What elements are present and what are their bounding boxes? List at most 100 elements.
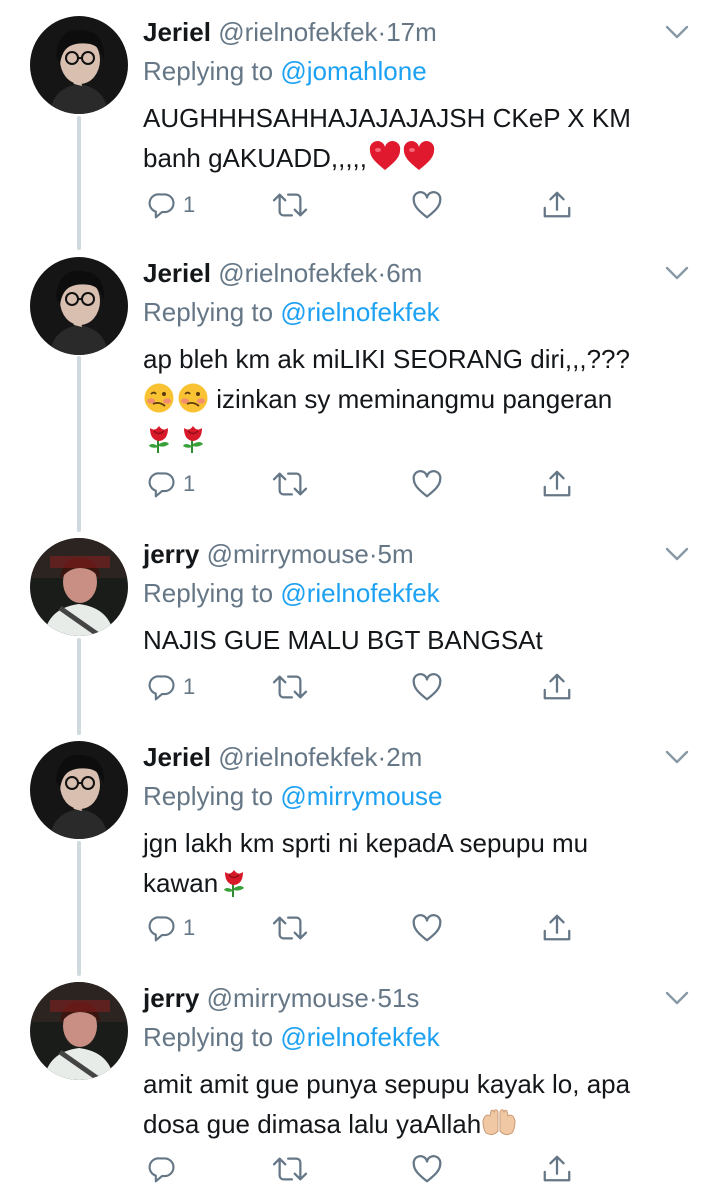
tweet-actions: 1 — [143, 188, 703, 222]
replying-to-label: Replying to — [143, 781, 281, 811]
separator: · — [377, 17, 387, 47]
user-handle[interactable]: @rielnofekfek — [218, 742, 377, 772]
tweet-text: amit amit gue punya sepupu kayak lo, apa… — [143, 1064, 698, 1144]
like-button[interactable] — [411, 1152, 443, 1186]
avatar[interactable] — [30, 16, 128, 114]
retweet-button[interactable] — [271, 467, 309, 501]
tweet-text-line: dosa gue dimasa lalu yaAllah — [143, 1104, 698, 1144]
reply-count: 1 — [183, 192, 196, 217]
separator: · — [377, 258, 387, 288]
user-handle[interactable]: @mirrymouse — [207, 539, 369, 569]
rose-emoji — [218, 866, 250, 898]
rose-emoji — [177, 422, 209, 454]
like-icon — [411, 189, 443, 221]
share-button[interactable] — [541, 670, 573, 704]
display-name[interactable]: jerry — [143, 539, 199, 569]
replying-to: Replying to @rielnofekfek — [143, 577, 440, 609]
tweet-header: Jeriel @rielnofekfek·17m — [143, 16, 437, 48]
tweet[interactable]: Jeriel @rielnofekfek·2m Replying to @mir… — [0, 725, 719, 965]
user-handle[interactable]: @rielnofekfek — [218, 258, 377, 288]
replying-to: Replying to @jomahlone — [143, 55, 427, 87]
tweet[interactable]: jerry @mirrymouse·5m Replying to @rielno… — [0, 522, 719, 724]
timestamp[interactable]: 17m — [386, 17, 437, 47]
share-icon — [541, 912, 573, 944]
chevron-down-icon[interactable] — [665, 265, 689, 281]
chevron-down-icon[interactable] — [665, 990, 689, 1006]
tweet-text: NAJIS GUE MALU BGT BANGSAt — [143, 620, 698, 660]
reply-icon — [147, 469, 177, 499]
tweet-actions — [143, 1152, 703, 1186]
reply-count: 1 — [183, 471, 196, 496]
tweet[interactable]: jerry @mirrymouse·51s Replying to @rieln… — [0, 966, 719, 1200]
tweet-header: jerry @mirrymouse·5m — [143, 538, 414, 570]
timestamp[interactable]: 6m — [386, 258, 422, 288]
display-name[interactable]: Jeriel — [143, 17, 211, 47]
reply-button[interactable] — [147, 1152, 177, 1186]
display-name[interactable]: jerry — [143, 983, 199, 1013]
timestamp[interactable]: 2m — [386, 742, 422, 772]
woozy-face-emoji — [177, 382, 209, 414]
tweet-actions: 1 — [143, 911, 703, 945]
retweet-button[interactable] — [271, 911, 309, 945]
replying-to-label: Replying to — [143, 56, 281, 86]
timestamp[interactable]: 5m — [377, 539, 413, 569]
reply-icon — [147, 1154, 177, 1184]
tweet-header: Jeriel @rielnofekfek·2m — [143, 741, 422, 773]
tweet[interactable]: Jeriel @rielnofekfek·17m Replying to @jo… — [0, 0, 719, 240]
share-icon — [541, 189, 573, 221]
replying-to: Replying to @rielnofekfek — [143, 296, 440, 328]
tweet-text-line: AUGHHHSAHHAJAJAJAJSH CKeP X KM — [143, 103, 631, 133]
share-button[interactable] — [541, 467, 573, 501]
reply-button[interactable]: 1 — [147, 467, 195, 501]
heart-emoji — [403, 141, 435, 173]
retweet-button[interactable] — [271, 188, 309, 222]
user-handle[interactable]: @rielnofekfek — [218, 17, 377, 47]
retweet-icon — [271, 1153, 309, 1185]
like-button[interactable] — [411, 467, 443, 501]
chevron-down-icon[interactable] — [665, 546, 689, 562]
like-icon — [411, 912, 443, 944]
avatar[interactable] — [30, 982, 128, 1080]
retweet-icon — [271, 671, 309, 703]
replying-to-label: Replying to — [143, 1022, 281, 1052]
chevron-down-icon[interactable] — [665, 749, 689, 765]
share-button[interactable] — [541, 1152, 573, 1186]
tweet-text-line: banh gAKUADD,,,,, — [143, 138, 698, 178]
avatar[interactable] — [30, 538, 128, 636]
reply-button[interactable]: 1 — [147, 188, 195, 222]
avatar[interactable] — [30, 741, 128, 839]
reply-icon — [147, 190, 177, 220]
tweet-text: AUGHHHSAHHAJAJAJAJSH CKeP X KM banh gAKU… — [143, 98, 698, 178]
like-button[interactable] — [411, 670, 443, 704]
replying-to: Replying to @rielnofekfek — [143, 1021, 440, 1053]
mention-link[interactable]: @rielnofekfek — [280, 578, 439, 608]
retweet-button[interactable] — [271, 1152, 309, 1186]
tweet-header: Jeriel @rielnofekfek·6m — [143, 257, 422, 289]
like-button[interactable] — [411, 188, 443, 222]
timestamp[interactable]: 51s — [377, 983, 419, 1013]
heart-emoji — [369, 141, 401, 173]
reply-button[interactable]: 1 — [147, 911, 195, 945]
mention-link[interactable]: @mirrymouse — [280, 781, 442, 811]
tweet[interactable]: Jeriel @rielnofekfek·6m Replying to @rie… — [0, 241, 719, 521]
replying-to-label: Replying to — [143, 297, 281, 327]
like-button[interactable] — [411, 911, 443, 945]
user-handle[interactable]: @mirrymouse — [207, 983, 369, 1013]
reply-button[interactable]: 1 — [147, 670, 195, 704]
retweet-button[interactable] — [271, 670, 309, 704]
share-button[interactable] — [541, 911, 573, 945]
tweet-actions: 1 — [143, 670, 703, 704]
retweet-icon — [271, 189, 309, 221]
tweet-text-line — [143, 419, 698, 459]
share-button[interactable] — [541, 188, 573, 222]
chevron-down-icon[interactable] — [665, 24, 689, 40]
replying-to-label: Replying to — [143, 578, 281, 608]
mention-link[interactable]: @rielnofekfek — [280, 1022, 439, 1052]
display-name[interactable]: Jeriel — [143, 742, 211, 772]
mention-link[interactable]: @jomahlone — [280, 56, 426, 86]
like-icon — [411, 468, 443, 500]
share-icon — [541, 468, 573, 500]
mention-link[interactable]: @rielnofekfek — [280, 297, 439, 327]
avatar[interactable] — [30, 257, 128, 355]
display-name[interactable]: Jeriel — [143, 258, 211, 288]
